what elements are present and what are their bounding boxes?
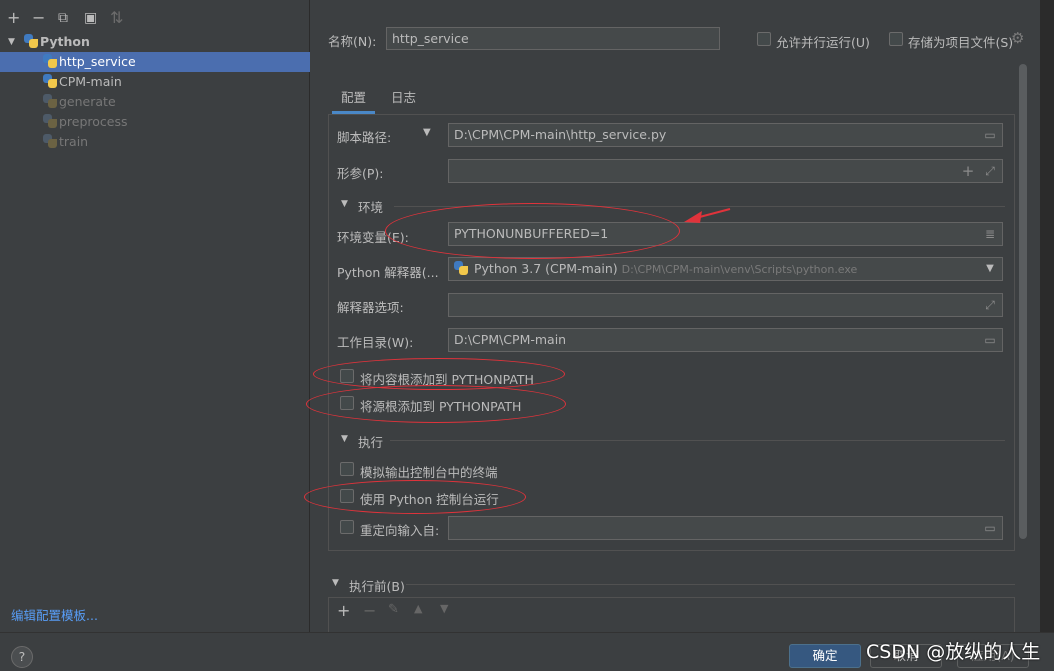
scrollbar[interactable] (1019, 64, 1027, 539)
list-icon[interactable]: ≣ (982, 226, 998, 242)
annotation-ellipse (306, 385, 566, 423)
tree-item-label: preprocess (59, 114, 128, 129)
help-button[interactable]: ? (11, 646, 33, 668)
remove-icon: − (363, 601, 377, 620)
workdir-value: D:\CPM\CPM-main (454, 332, 567, 347)
tab-config[interactable]: 配置 (332, 88, 376, 114)
folder-icon[interactable]: ▭ (982, 127, 998, 143)
python-icon (43, 114, 57, 128)
annotation-ellipse (385, 203, 680, 259)
chevron-down-icon[interactable]: ▼ (341, 199, 348, 209)
tree-item-label: http_service (59, 54, 136, 69)
emulate-terminal-label: 模拟输出控制台中的终端 (360, 465, 498, 480)
exec-section-title: 执行 (358, 435, 384, 450)
gear-icon[interactable]: ⚙ (1011, 29, 1024, 47)
interpreter-select[interactable]: Python 3.7 (CPM-main) D:\CPM\CPM-main\ve… (448, 257, 1003, 281)
tree-item[interactable]: preprocess (0, 112, 310, 132)
chevron-down-icon[interactable]: ▼ (341, 434, 348, 444)
expand-icon[interactable]: ⤢ (982, 163, 998, 179)
params-input[interactable]: + ⤢ (448, 159, 1003, 183)
expand-icon[interactable]: ⤢ (982, 297, 998, 313)
plus-icon[interactable]: + (960, 163, 976, 179)
python-icon (43, 94, 57, 108)
folder-icon[interactable]: ▭ (982, 332, 998, 348)
env-section-title: 环境 (358, 200, 384, 215)
params-label: 形参(P): (337, 166, 384, 181)
emulate-terminal-checkbox[interactable] (340, 462, 354, 476)
add-icon[interactable]: + (337, 601, 350, 620)
tree-item-label: CPM-main (59, 74, 122, 89)
tree-item-label: train (59, 134, 89, 149)
annotation-arrow-icon (684, 208, 731, 223)
tree-item-label: generate (59, 94, 116, 109)
watermark: CSDN @放纵的人生 (866, 641, 1041, 663)
python-icon (454, 261, 468, 275)
store-project-checkbox[interactable] (889, 32, 903, 46)
tree-root-python[interactable]: ▼ Python (0, 32, 310, 52)
tree-item[interactable]: http_service (0, 52, 310, 72)
script-path-label: 脚本路径: (337, 130, 392, 145)
tree-root-label: Python (40, 34, 90, 49)
script-path-value: D:\CPM\CPM-main\http_service.py (454, 127, 667, 142)
script-path-input[interactable]: D:\CPM\CPM-main\http_service.py ▭ (448, 123, 1003, 147)
workdir-label: 工作目录(W): (337, 335, 414, 350)
python-icon (43, 54, 57, 68)
divider (390, 440, 1005, 441)
move-up-icon: ▲ (414, 602, 423, 615)
remove-icon[interactable]: − (32, 10, 45, 26)
sort-icon: ⇅ (110, 8, 124, 27)
workdir-input[interactable]: D:\CPM\CPM-main ▭ (448, 328, 1003, 352)
folder-add-icon[interactable]: ▣ (84, 10, 97, 26)
interpreter-value: Python 3.7 (CPM-main) (473, 261, 618, 276)
annotation-ellipse (304, 480, 526, 514)
tree-item[interactable]: CPM-main (0, 72, 310, 92)
edit-templates-link[interactable]: 编辑配置模板... (11, 605, 98, 624)
name-label: 名称(N): (328, 34, 377, 49)
interpreter-label: Python 解释器(... (337, 265, 439, 280)
name-input[interactable]: http_service (386, 27, 720, 50)
allow-parallel-checkbox[interactable] (757, 32, 771, 46)
ok-button[interactable]: 确定 (789, 644, 861, 668)
tree-item[interactable]: train (0, 132, 310, 152)
chevron-down-icon[interactable]: ▼ (982, 261, 998, 277)
store-project-label: 存储为项目文件(S) (908, 35, 1014, 50)
folder-icon[interactable]: ▭ (982, 520, 998, 536)
chevron-down-icon[interactable]: ▼ (8, 32, 15, 52)
interpreter-path: D:\CPM\CPM-main\venv\Scripts\python.exe (621, 263, 858, 276)
divider (406, 584, 1015, 585)
move-down-icon: ▼ (440, 602, 449, 615)
edit-icon: ✎ (388, 602, 399, 617)
python-icon (24, 34, 38, 48)
run-configurations-panel: + − ⧉ ▣ ⇅ ▼ Python http_service CPM-main g… (0, 0, 310, 632)
copy-icon[interactable]: ⧉ (58, 10, 68, 26)
before-launch-panel: + − ✎ ▲ ▼ (328, 597, 1015, 633)
redirect-input-checkbox[interactable] (340, 520, 354, 534)
tab-logs[interactable]: 日志 (391, 88, 416, 114)
redirect-input-field[interactable]: ▭ (448, 516, 1003, 540)
script-type-dropdown-icon[interactable]: ▼ (423, 127, 431, 138)
interp-options-input[interactable]: ⤢ (448, 293, 1003, 317)
redirect-input-label: 重定向输入自: (360, 523, 440, 538)
allow-parallel-label: 允许并行运行(U) (776, 35, 870, 50)
editor-background (1040, 0, 1054, 632)
add-icon[interactable]: + (7, 10, 20, 26)
chevron-down-icon[interactable]: ▼ (332, 578, 339, 588)
interp-options-label: 解释器选项: (337, 300, 404, 315)
tree-item[interactable]: generate (0, 92, 310, 112)
python-icon (43, 134, 57, 148)
before-launch-title: 执行前(B) (349, 579, 405, 594)
python-icon (43, 74, 57, 88)
